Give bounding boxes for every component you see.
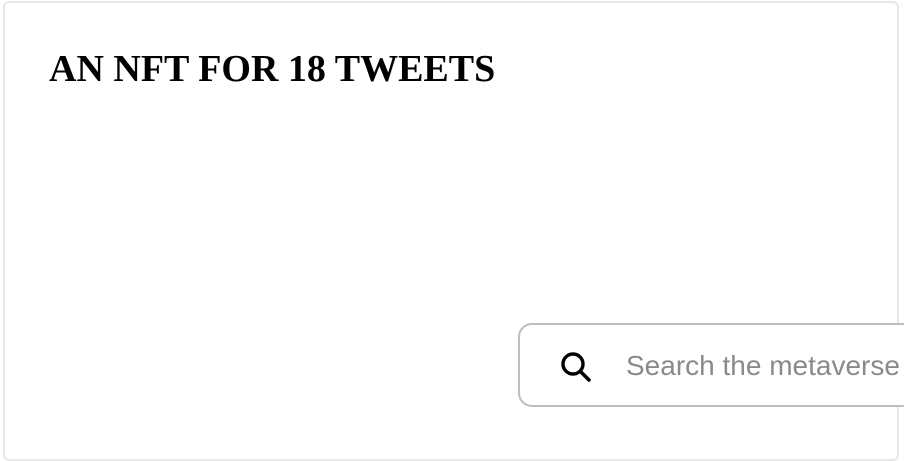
search-input[interactable] — [626, 345, 904, 387]
search-box[interactable] — [518, 323, 904, 407]
article-title: AN NFT FOR 18 TWEETS — [49, 48, 496, 90]
search-icon[interactable] — [558, 349, 594, 385]
article-card: AN NFT FOR 18 TWEETS — [3, 1, 904, 461]
